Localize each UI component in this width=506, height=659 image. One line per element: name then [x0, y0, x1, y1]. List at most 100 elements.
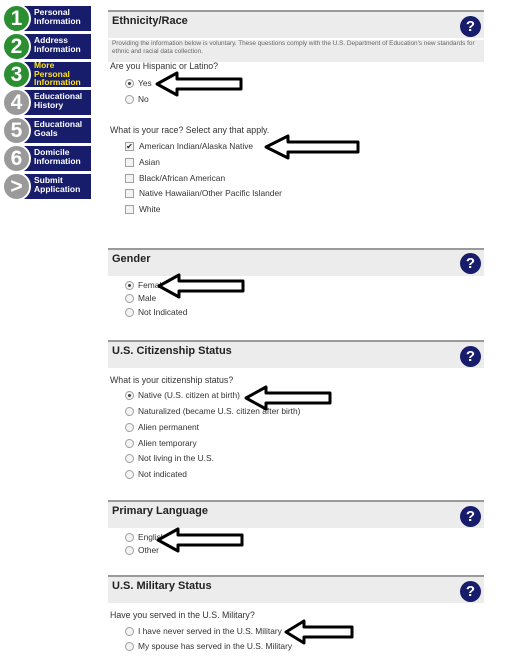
radio-button[interactable] [125, 438, 134, 448]
step-number-badge: 6 [2, 144, 31, 173]
section-title: Ethnicity/Race [112, 15, 188, 27]
radio-button[interactable] [125, 422, 134, 432]
arrow-annotation-icon [284, 619, 354, 645]
military-option-spouse-served[interactable]: My spouse has served in the U.S. Militar… [125, 640, 292, 652]
step-educational-goals[interactable]: 5 Educational Goals [2, 116, 91, 145]
military-option-never-served[interactable]: I have never served in the U.S. Military [125, 625, 282, 637]
section-header: Ethnicity/Race ? [108, 10, 484, 38]
option-label: My spouse has served in the U.S. Militar… [138, 641, 293, 651]
radio-button[interactable] [125, 545, 134, 555]
section-title: U.S. Military Status [112, 580, 212, 592]
arrow-annotation-icon [157, 273, 245, 299]
radio-button[interactable] [125, 94, 134, 104]
language-option-other[interactable]: Other [125, 544, 159, 556]
checkbox[interactable] [125, 157, 134, 167]
race-option-pacific-islander[interactable]: Native Hawaiian/Other Pacific Islander [125, 187, 282, 199]
citizenship-option-not-indicated[interactable]: Not indicated [125, 468, 187, 480]
section-title: U.S. Citizenship Status [112, 345, 232, 357]
military-section: U.S. Military Status ? [108, 575, 484, 603]
arrow-annotation-icon [244, 385, 332, 411]
hispanic-option-no[interactable]: No [125, 93, 149, 105]
citizenship-option-not-living-in-us[interactable]: Not living in the U.S. [125, 452, 214, 464]
step-more-personal-information[interactable]: 3 More Personal Information [2, 60, 91, 89]
citizenship-section: U.S. Citizenship Status ? [108, 340, 484, 368]
step-personal-information[interactable]: 1 Personal Information [2, 4, 91, 33]
gender-option-not-indicated[interactable]: Not Indicated [125, 306, 187, 318]
checkbox[interactable] [125, 173, 134, 183]
step-label: Personal Information [34, 7, 81, 26]
option-label: Male [138, 293, 157, 303]
application-steps-nav: 1 Personal Information 2 Address Informa… [2, 4, 91, 201]
step-label: Educational History [34, 91, 83, 110]
help-icon[interactable]: ? [460, 581, 481, 602]
arrow-annotation-icon [156, 527, 244, 553]
step-label: Address Information [34, 35, 81, 54]
step-number-badge: > [2, 172, 31, 201]
option-label: Native (U.S. citizen at birth) [138, 390, 240, 400]
radio-button[interactable] [125, 406, 134, 416]
option-label: Native Hawaiian/Other Pacific Islander [139, 188, 282, 198]
military-question: Have you served in the U.S. Military? [110, 610, 255, 620]
step-number-badge: 4 [2, 88, 31, 117]
step-submit-application[interactable]: > Submit Application [2, 172, 91, 201]
radio-button[interactable] [125, 78, 134, 88]
option-label: White [139, 204, 161, 214]
radio-button[interactable] [125, 532, 134, 542]
help-icon[interactable]: ? [460, 346, 481, 367]
step-number-badge: 1 [2, 4, 31, 33]
radio-button[interactable] [125, 469, 134, 479]
radio-button[interactable] [125, 307, 134, 317]
gender-option-male[interactable]: Male [125, 292, 156, 304]
citizenship-question: What is your citizenship status? [110, 375, 234, 385]
option-label: I have never served in the U.S. Military [138, 626, 282, 636]
option-label: Not indicated [138, 469, 187, 479]
step-number-badge: 5 [2, 116, 31, 145]
help-icon[interactable]: ? [460, 506, 481, 527]
radio-button[interactable] [125, 280, 134, 290]
radio-button[interactable] [125, 626, 134, 636]
ethnicity-intro-text: Providing the information below is volun… [108, 40, 484, 62]
section-header: Primary Language ? [108, 500, 484, 528]
step-label: Educational Goals [34, 119, 83, 138]
option-label: Not Indicated [138, 307, 188, 317]
hispanic-question: Are you Hispanic or Latino? [110, 61, 219, 71]
radio-button[interactable] [125, 641, 134, 651]
race-option-asian[interactable]: Asian [125, 156, 160, 168]
section-title: Primary Language [112, 505, 208, 517]
option-label: American Indian/Alaska Native [139, 141, 254, 151]
option-label: Alien permanent [138, 422, 199, 432]
race-question: What is your race? Select any that apply… [110, 125, 270, 135]
help-icon[interactable]: ? [460, 253, 481, 274]
race-option-american-indian[interactable]: ✔ American Indian/Alaska Native [125, 140, 253, 152]
hispanic-option-yes[interactable]: Yes [125, 77, 152, 89]
citizenship-option-native[interactable]: Native (U.S. citizen at birth) [125, 389, 240, 401]
option-label: Not living in the U.S. [138, 453, 214, 463]
citizenship-option-alien-temporary[interactable]: Alien temporary [125, 437, 197, 449]
option-label: Asian [139, 157, 160, 167]
checkbox[interactable] [125, 204, 134, 214]
step-address-information[interactable]: 2 Address Information [2, 32, 91, 61]
option-label: Black/African American [139, 173, 226, 183]
help-icon[interactable]: ? [460, 16, 481, 37]
radio-button[interactable] [125, 293, 134, 303]
option-label: Yes [138, 78, 152, 88]
race-option-black[interactable]: Black/African American [125, 172, 225, 184]
checkbox[interactable] [125, 188, 134, 198]
section-header: U.S. Citizenship Status ? [108, 340, 484, 368]
step-domicile-information[interactable]: 6 Domicile Information [2, 144, 91, 173]
citizenship-option-alien-permanent[interactable]: Alien permanent [125, 421, 199, 433]
step-label: More Personal Information [34, 60, 81, 88]
section-header: U.S. Military Status ? [108, 575, 484, 603]
arrow-annotation-icon [264, 134, 360, 160]
option-label: Alien temporary [138, 438, 197, 448]
step-educational-history[interactable]: 4 Educational History [2, 88, 91, 117]
radio-button[interactable] [125, 390, 134, 400]
checkbox[interactable]: ✔ [125, 141, 134, 151]
step-label: Submit Application [34, 175, 81, 194]
arrow-annotation-icon [155, 71, 243, 97]
step-number-badge: 3 [2, 60, 31, 89]
section-title: Gender [112, 253, 151, 265]
section-header: Gender ? [108, 248, 484, 276]
race-option-white[interactable]: White [125, 203, 160, 215]
radio-button[interactable] [125, 453, 134, 463]
